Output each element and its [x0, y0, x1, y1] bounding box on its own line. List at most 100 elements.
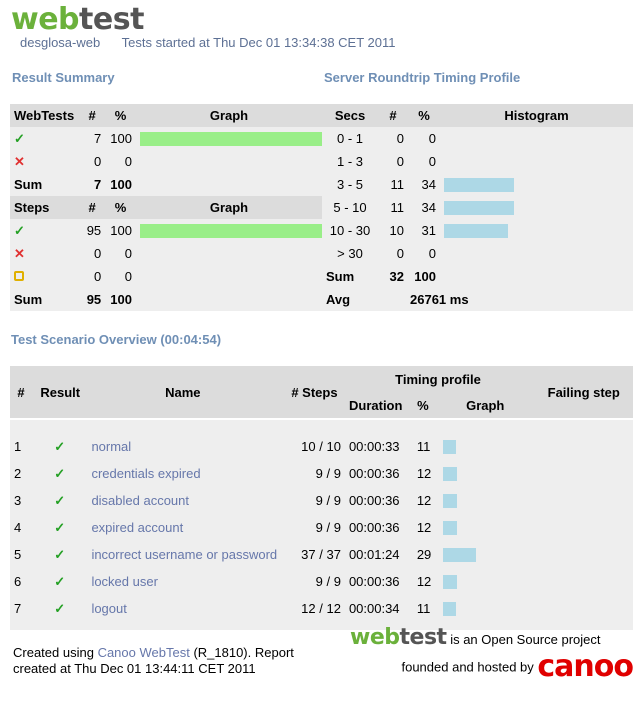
graph-head: Graph: [135, 104, 322, 127]
scenario-link[interactable]: credentials expired: [91, 466, 200, 481]
webtest-small-logo: webtest: [350, 625, 447, 650]
result-summary-table: WebTests # % Graph ✓ 7 100 ✕ 0 0 Sum 7 1…: [10, 104, 322, 311]
scenario-link[interactable]: logout: [91, 601, 126, 616]
row-steps: 10 / 10: [281, 433, 345, 460]
webtests-ok-count: 7: [79, 127, 106, 150]
table-row: 6 ✓ locked user 9 / 9 00:00:36 12: [10, 568, 633, 595]
scenario-link[interactable]: incorrect username or password: [91, 547, 277, 562]
check-icon: ✓: [54, 519, 66, 535]
timing-row: 5 - 10 11 34: [322, 196, 633, 219]
row-steps: 9 / 9: [281, 487, 345, 514]
steps-ok-bar: [139, 223, 322, 238]
row-steps: 9 / 9: [281, 568, 345, 595]
row-pct: 12: [412, 460, 439, 487]
canoo-webtest-link[interactable]: Canoo WebTest: [98, 645, 190, 660]
webtests-ok-bar: [139, 131, 322, 146]
timing-sum-pct: 100: [408, 265, 440, 288]
overview-title: Test Scenario Overview (00:04:54): [11, 332, 222, 347]
check-icon: ✓: [54, 600, 66, 616]
steps-skipped-count: 0: [79, 265, 106, 288]
cross-icon: ✕: [14, 245, 25, 261]
timing-sum-label: Sum: [322, 265, 378, 288]
timing-row: 0 - 1 0 0: [322, 127, 633, 150]
timing-row: 3 - 5 11 34: [322, 173, 633, 196]
check-icon: ✓: [54, 465, 66, 481]
table-row: 4 ✓ expired account 9 / 9 00:00:36 12: [10, 514, 633, 541]
row-duration: 00:00:36: [344, 514, 413, 541]
row-duration: 00:00:34: [344, 595, 413, 622]
timing-pct: 34: [408, 173, 440, 196]
row-num: 6: [10, 568, 32, 595]
steps-ok-row: ✓ 95 100: [10, 219, 322, 242]
timing-avg-value: 26761 ms: [410, 292, 469, 307]
timing-count: 0: [378, 127, 408, 150]
webtests-fail-count: 0: [79, 150, 106, 173]
timing-pct: 0: [408, 242, 440, 265]
steps-graph-head: Graph: [135, 196, 322, 219]
row-steps: 37 / 37: [281, 541, 345, 568]
timing-count: 10: [378, 219, 408, 242]
tests-started: Tests started at Thu Dec 01 13:34:38 CET…: [121, 35, 396, 50]
row-num: 4: [10, 514, 32, 541]
scenario-link[interactable]: normal: [91, 439, 131, 454]
overview-pct-head: %: [409, 392, 437, 418]
scenario-link[interactable]: locked user: [91, 574, 157, 589]
table-row: 2 ✓ credentials expired 9 / 9 00:00:36 12: [10, 460, 633, 487]
row-num: 1: [10, 433, 32, 460]
secs-range: 5 - 10: [322, 196, 378, 219]
row-failing-step: [536, 487, 633, 514]
timing-avg-row: Avg 26761 ms: [322, 288, 633, 311]
footer-oss: webtest is an Open Source project founde…: [350, 625, 634, 682]
timing-count: 0: [378, 242, 408, 265]
overview-rows: 1 ✓ normal 10 / 10 00:00:33 11 2 ✓ credentials e…: [10, 420, 633, 630]
timing-profile-table: Secs # % Histogram 0 - 1 0 0 1 - 3 0 0 3…: [322, 104, 633, 311]
webtests-sum-label: Sum: [10, 173, 80, 196]
steps-sum-row: Sum 95 100: [10, 288, 322, 311]
row-num: 5: [10, 541, 32, 568]
row-graph-bar: [442, 466, 457, 481]
webtests-ok-row: ✓ 7 100: [10, 127, 322, 150]
webtests-fail-row: ✕ 0 0: [10, 150, 322, 173]
timing-row: > 30 0 0: [322, 242, 633, 265]
steps-pct-head: %: [105, 196, 136, 219]
row-duration: 00:01:24: [344, 541, 413, 568]
steps-ok-pct: 100: [105, 219, 136, 242]
header-subline: desglosa-web Tests started at Thu Dec 01…: [20, 35, 414, 50]
overview-num-head: #: [10, 366, 33, 418]
row-num: 2: [10, 460, 32, 487]
table-row: 3 ✓ disabled account 9 / 9 00:00:36 12: [10, 487, 633, 514]
scenario-link[interactable]: disabled account: [91, 493, 189, 508]
row-duration: 00:00:36: [344, 460, 413, 487]
project-name: desglosa-web: [20, 35, 101, 50]
histogram-bar: [444, 223, 508, 238]
table-row: 1 ✓ normal 10 / 10 00:00:33 11: [10, 433, 633, 460]
timing-pct: 0: [408, 150, 440, 173]
row-graph-bar: [442, 520, 457, 535]
steps-sum-label: Sum: [10, 288, 80, 311]
row-failing-step: [536, 460, 633, 487]
row-pct: 12: [412, 514, 439, 541]
scenario-link[interactable]: expired account: [91, 520, 183, 535]
table-row: 7 ✓ logout 12 / 12 00:00:34 11: [10, 595, 633, 622]
secs-range: 3 - 5: [322, 173, 378, 196]
webtest-logo: webtest: [11, 2, 144, 37]
check-icon: ✓: [54, 546, 66, 562]
footer-created-at: created at Thu Dec 01 13:44:11 CET 2011: [13, 661, 256, 676]
timing-count: 11: [378, 173, 408, 196]
steps-sum-pct: 100: [105, 288, 136, 311]
footer-created: Created using Canoo WebTest (R_1810). Re…: [13, 645, 294, 677]
webtests-sum-row: Sum 7 100: [10, 173, 322, 196]
overview-result-head: Result: [32, 366, 89, 418]
check-icon: ✓: [54, 573, 66, 589]
timing-avg-label: Avg: [322, 288, 378, 311]
webtests-ok-pct: 100: [105, 127, 136, 150]
overview-timing-head: Timing profile: [341, 366, 535, 392]
check-icon: ✓: [54, 438, 66, 454]
oss-text: is an Open Source project: [450, 632, 601, 647]
webtests-fail-pct: 0: [105, 150, 136, 173]
row-steps: 9 / 9: [281, 514, 345, 541]
check-icon: ✓: [14, 130, 25, 146]
row-failing-step: [536, 433, 633, 460]
timing-sum-count: 32: [378, 265, 408, 288]
steps-count-head: #: [79, 196, 106, 219]
